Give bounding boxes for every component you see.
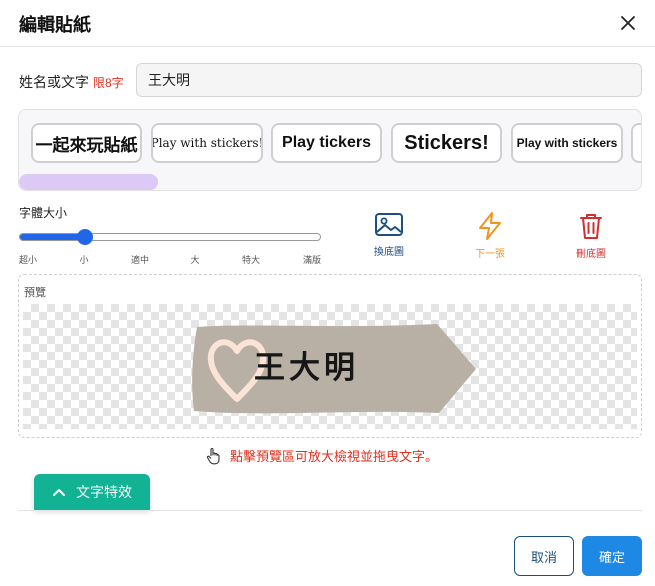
horizontal-scrollbar[interactable] [19,174,158,190]
size-tick: 小 [79,255,89,265]
size-tick: 大 [190,255,200,265]
slider-thumb[interactable] [77,229,94,245]
font-size-slider[interactable] [19,233,321,241]
close-icon[interactable] [617,12,639,34]
preview-hint: 點擊預覽區可放大檢視並拖曳文字。 [206,446,438,465]
font-style-picker[interactable]: 一起來玩貼紙 Play with stickers! Play tickers … [18,109,642,191]
text-effects-label: 文字特效 [76,484,132,500]
name-limit-text: 限8字 [93,76,124,90]
delete-background-button[interactable]: 刪底圖 [561,211,621,260]
size-tick: 適中 [130,255,150,265]
text-effects-button[interactable]: 文字特效 [34,474,150,510]
dialog-header: 編輯貼紙 [0,0,655,47]
font-size-label: 字體大小 [19,206,68,220]
pointer-hand-icon [206,447,220,464]
confirm-button[interactable]: 確定 [582,536,642,576]
chevron-up-icon [53,489,65,496]
size-tick: 滿版 [302,255,322,265]
cancel-button[interactable]: 取消 [514,536,574,576]
preview-label: 預覽 [24,287,46,299]
font-option[interactable]: Play with stickers [511,123,623,163]
delete-background-label: 刪底圖 [576,249,606,260]
lightning-icon [479,212,501,240]
change-background-label: 換底圖 [374,247,404,258]
footer-divider [18,510,642,511]
size-tick: 特大 [241,255,261,265]
font-option[interactable]: Stickers! [391,123,502,163]
change-background-button[interactable]: 換底圖 [359,211,419,258]
name-label-text: 姓名或文字 [19,74,89,90]
next-label: 下一張 [475,249,505,260]
dialog-title: 編輯貼紙 [19,15,91,35]
font-option-partial[interactable] [631,123,641,163]
font-option[interactable]: Play tickers [271,123,382,163]
font-option[interactable]: 一起來玩貼紙 [31,123,142,163]
trash-icon [580,214,602,239]
hint-text: 點擊預覽區可放大檢視並拖曳文字。 [230,449,439,464]
name-field-label: 姓名或文字 限8字 [19,72,124,92]
next-button[interactable]: 下一張 [460,211,520,260]
size-tick: 超小 [18,255,38,265]
sticker-text[interactable]: 王大明 [254,342,359,387]
font-option[interactable]: Play with stickers! [151,123,263,163]
image-icon [375,213,403,236]
name-input[interactable] [136,63,642,97]
